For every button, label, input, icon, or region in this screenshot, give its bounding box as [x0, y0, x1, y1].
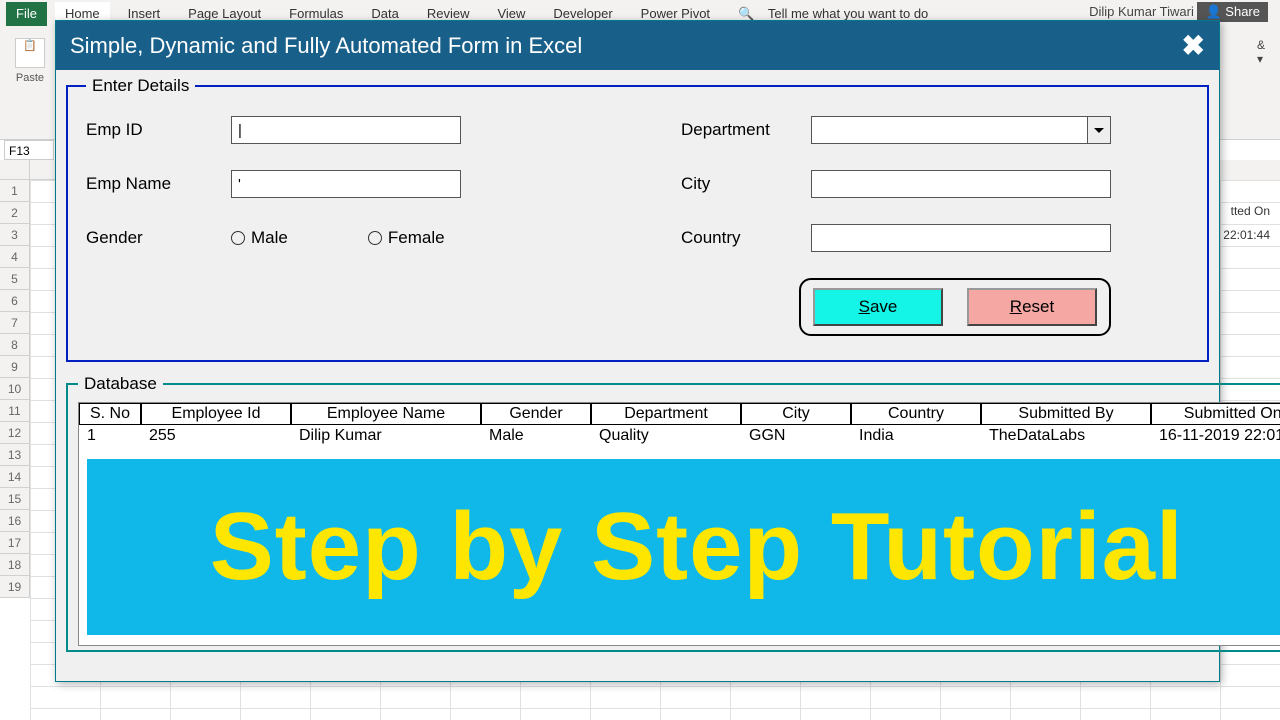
city-input[interactable] — [811, 170, 1111, 198]
chevron-down-icon[interactable] — [1087, 116, 1111, 144]
tutorial-banner: Step by Step Tutorial — [87, 459, 1280, 635]
label-country: Country — [681, 228, 811, 248]
label-city: City — [681, 174, 811, 194]
userform-titlebar[interactable]: Simple, Dynamic and Fully Automated Form… — [56, 21, 1219, 70]
share-button[interactable]: 👤 Share — [1197, 2, 1268, 22]
listview-row[interactable]: 1 255 Dilip Kumar Male Quality GGN India… — [79, 425, 1280, 447]
row-headers: 12345678910111213141516171819 — [0, 180, 30, 720]
userform-title: Simple, Dynamic and Fully Automated Form… — [70, 33, 582, 59]
userform: Simple, Dynamic and Fully Automated Form… — [55, 20, 1220, 682]
user-name: Dilip Kumar Tiwari — [1089, 4, 1194, 19]
reset-label: eset — [1022, 297, 1054, 316]
emp-id-input[interactable] — [231, 116, 461, 144]
database-listview[interactable]: S. No Employee Id Employee Name Gender D… — [78, 402, 1280, 646]
name-box[interactable]: F13 — [4, 140, 54, 160]
emp-name-input[interactable] — [231, 170, 461, 198]
database-frame: Database S. No Employee Id Employee Name… — [66, 374, 1280, 652]
button-frame: Save Reset — [799, 278, 1111, 336]
details-legend: Enter Details — [86, 76, 195, 96]
department-combo[interactable] — [811, 116, 1111, 144]
save-button[interactable]: Save — [813, 288, 943, 326]
radio-icon — [368, 231, 382, 245]
country-input[interactable] — [811, 224, 1111, 252]
paste-icon: 📋 — [15, 38, 45, 68]
radio-female[interactable]: Female — [368, 228, 445, 248]
reset-button[interactable]: Reset — [967, 288, 1097, 326]
label-emp-name: Emp Name — [86, 174, 231, 194]
label-department: Department — [681, 120, 811, 140]
database-legend: Database — [78, 374, 163, 394]
label-emp-id: Emp ID — [86, 120, 231, 140]
save-label: ave — [870, 297, 897, 316]
paste-group[interactable]: 📋 Paste — [15, 38, 45, 84]
enter-details-frame: Enter Details Emp ID Department Emp Name… — [66, 76, 1209, 362]
listview-header: S. No Employee Id Employee Name Gender D… — [79, 403, 1280, 425]
peek-header: tted On — [1231, 204, 1270, 218]
banner-text: Step by Step Tutorial — [210, 492, 1184, 602]
radio-icon — [231, 231, 245, 245]
close-icon[interactable]: ✖ — [1182, 29, 1205, 62]
radio-male[interactable]: Male — [231, 228, 288, 248]
label-gender: Gender — [86, 228, 231, 248]
tab-file[interactable]: File — [6, 2, 47, 26]
